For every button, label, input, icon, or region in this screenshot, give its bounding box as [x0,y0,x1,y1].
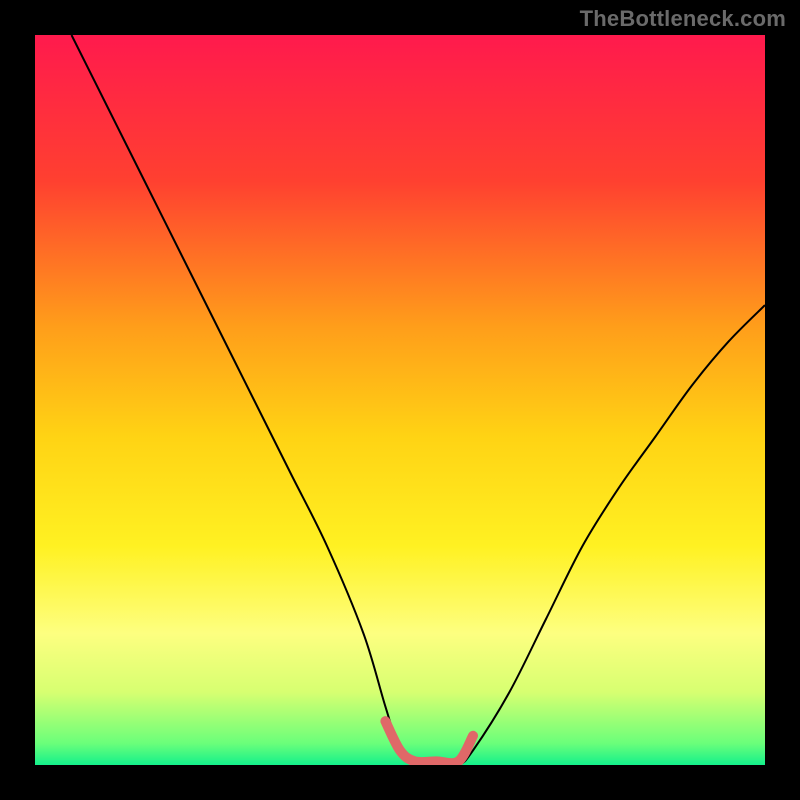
chart-svg [35,35,765,765]
bottleneck-chart [35,35,765,765]
watermark-text: TheBottleneck.com [580,6,786,32]
chart-background [35,35,765,765]
